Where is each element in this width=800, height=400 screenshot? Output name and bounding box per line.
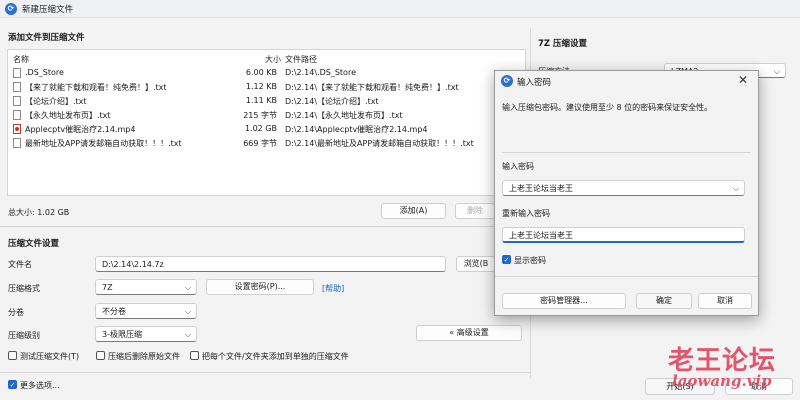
file-size: 669 字节 bbox=[243, 139, 277, 148]
dialog-app-icon: ⟳ bbox=[501, 75, 513, 87]
file-row[interactable]: 【永久地址发布页】.txt 215 字节 D:\2.14\【永久地址发布页】.t… bbox=[8, 109, 525, 121]
text-file-icon bbox=[13, 82, 21, 92]
file-size: 1.12 KB bbox=[245, 82, 277, 91]
chevron-down-icon: ⌵ bbox=[184, 307, 191, 316]
text-file-icon bbox=[13, 138, 21, 148]
file-size: 1.02 GB bbox=[244, 124, 277, 133]
split-label: 分卷 bbox=[8, 308, 24, 317]
file-size: 6.00 KB bbox=[245, 68, 277, 77]
file-row[interactable]: 【论坛介绍】.txt 1.11 KB D:\2.14\【论坛介绍】.txt bbox=[8, 95, 525, 107]
chevron-down-icon: ⌵ bbox=[732, 184, 739, 193]
file-name: 【永久地址发布页】.txt bbox=[25, 111, 111, 120]
level-label: 压缩级别 bbox=[8, 331, 40, 340]
browse-button[interactable]: 浏览(B bbox=[456, 256, 496, 272]
file-row[interactable]: Applecptv催眠治疗2.14.mp4 1.02 GB D:\2.14\Ap… bbox=[8, 123, 525, 135]
chevron-down-icon: ⌵ bbox=[184, 283, 191, 292]
file-path: D:\2.14\最新地址及APP请发邮箱自动获取！！！.txt bbox=[285, 139, 474, 148]
show-password-label: 显示密码 bbox=[514, 256, 546, 265]
window-title: 新建压缩文件 bbox=[22, 5, 74, 15]
file-size: 215 字节 bbox=[243, 111, 277, 120]
more-options-label: 更多选项... bbox=[20, 381, 60, 390]
settings-section-title: 压缩文件设置 bbox=[8, 239, 60, 249]
more-options-checkbox[interactable]: ✓ bbox=[8, 380, 17, 389]
file-name: 【来了就能下载和观看！纯免费！】.txt bbox=[25, 83, 167, 92]
confirm-password-label: 重新输入密码 bbox=[502, 209, 550, 218]
column-header-name[interactable]: 名称 bbox=[13, 54, 29, 65]
file-path: D:\2.14\Applecptv催眠治疗2.14.mp4 bbox=[285, 125, 428, 134]
file-size: 1.11 KB bbox=[245, 96, 277, 105]
seven-z-title: 7Z 压缩设置 bbox=[538, 39, 588, 49]
file-row[interactable]: 【来了就能下载和观看！纯免费！】.txt 1.12 KB D:\2.14\【来了… bbox=[8, 81, 525, 93]
ok-button[interactable]: 确定 bbox=[636, 293, 692, 309]
file-row[interactable]: .DS_Store 6.00 KB D:\2.14\.DS_Store bbox=[8, 67, 525, 79]
column-header-size[interactable]: 大小 bbox=[265, 54, 281, 65]
files-section-title: 添加文件到压缩文件 bbox=[8, 33, 85, 43]
password-dialog: ⟳ 输入密码 ✕ 输入压缩包密码。建议使用至少 8 位的密码来保证安全性。 输入… bbox=[494, 70, 759, 316]
column-header-path[interactable]: 文件路径 bbox=[285, 54, 317, 65]
file-row[interactable]: 最新地址及APP请发邮箱自动获取！！！.txt 669 字节 D:\2.14\最… bbox=[8, 137, 525, 149]
separate-archives-label: 把每个文件/文件夹添加到单独的压缩文件 bbox=[202, 352, 349, 361]
split-value: 不分卷 bbox=[102, 307, 126, 316]
separate-archives-checkbox[interactable] bbox=[190, 351, 199, 360]
password-value: 上老王论坛当老王 bbox=[509, 184, 573, 193]
total-size: 总大小: 1.02 GB bbox=[8, 208, 70, 217]
filename-label: 文件名 bbox=[8, 260, 32, 269]
watermark-url: laowang.vip bbox=[672, 372, 772, 390]
filename-input[interactable]: D:\2.14\2.14.7z bbox=[95, 256, 446, 272]
test-archive-checkbox[interactable] bbox=[8, 351, 17, 360]
delete-after-checkbox[interactable] bbox=[96, 351, 105, 360]
close-icon[interactable]: ✕ bbox=[738, 73, 748, 87]
chevron-down-icon: ⌵ bbox=[773, 67, 780, 76]
delete-after-label: 压缩后删除原始文件 bbox=[108, 352, 180, 361]
dialog-title-bar: ⟳ 输入密码 ✕ bbox=[495, 71, 758, 91]
title-bar: ⟳ 新建压缩文件 bbox=[0, 0, 800, 18]
level-select[interactable]: 3-极限压缩 ⌵ bbox=[95, 326, 197, 342]
file-name: 最新地址及APP请发邮箱自动获取！！！.txt bbox=[25, 139, 182, 148]
file-icon bbox=[13, 68, 21, 78]
dialog-cancel-button[interactable]: 取消 bbox=[698, 293, 752, 309]
file-path: D:\2.14\【论坛介绍】.txt bbox=[285, 97, 379, 106]
show-password-checkbox[interactable]: ✓ bbox=[502, 255, 511, 264]
format-label: 压缩格式 bbox=[8, 284, 40, 293]
advanced-settings-button[interactable]: « 高级设置 bbox=[416, 325, 522, 341]
add-button[interactable]: 添加(A) bbox=[381, 203, 446, 219]
file-name: .DS_Store bbox=[25, 68, 64, 77]
password-label: 输入密码 bbox=[502, 162, 534, 171]
text-file-icon bbox=[13, 110, 21, 120]
file-name: Applecptv催眠治疗2.14.mp4 bbox=[25, 125, 136, 134]
split-select[interactable]: 不分卷 ⌵ bbox=[95, 303, 197, 319]
format-select[interactable]: 7Z ⌵ bbox=[95, 279, 197, 295]
level-value: 3-极限压缩 bbox=[102, 330, 142, 339]
test-archive-label: 测试压缩文件(T) bbox=[20, 352, 80, 361]
confirm-password-input[interactable]: 上老王论坛当老王 bbox=[502, 227, 745, 243]
format-value: 7Z bbox=[102, 283, 113, 292]
chevron-down-icon: ⌵ bbox=[184, 330, 191, 339]
file-path: D:\2.14\【来了就能下载和观看！纯免费！】.txt bbox=[285, 83, 459, 92]
file-list[interactable]: 名称 大小 文件路径 .DS_Store 6.00 KB D:\2.14\.DS… bbox=[7, 49, 526, 196]
delete-button[interactable]: 删除 bbox=[455, 203, 495, 219]
file-path: D:\2.14\【永久地址发布页】.txt bbox=[285, 111, 403, 120]
set-password-button[interactable]: 设置密码(P)... bbox=[206, 279, 314, 295]
help-link[interactable]: [帮助] bbox=[322, 283, 344, 294]
video-file-icon bbox=[13, 124, 21, 134]
text-file-icon bbox=[13, 96, 21, 106]
dialog-footer-divider bbox=[495, 276, 758, 277]
password-manager-button[interactable]: 密码管理器... bbox=[502, 293, 626, 309]
app-icon: ⟳ bbox=[5, 3, 17, 15]
file-name: 【论坛介绍】.txt bbox=[25, 97, 87, 106]
file-path: D:\2.14\.DS_Store bbox=[285, 68, 356, 77]
dialog-divider bbox=[502, 152, 751, 153]
dialog-title: 输入密码 bbox=[517, 78, 552, 88]
section-divider bbox=[0, 226, 530, 227]
password-input[interactable]: 上老王论坛当老王 ⌵ bbox=[502, 180, 745, 196]
dialog-description: 输入压缩包密码。建议使用至少 8 位的密码来保证安全性。 bbox=[502, 103, 713, 112]
